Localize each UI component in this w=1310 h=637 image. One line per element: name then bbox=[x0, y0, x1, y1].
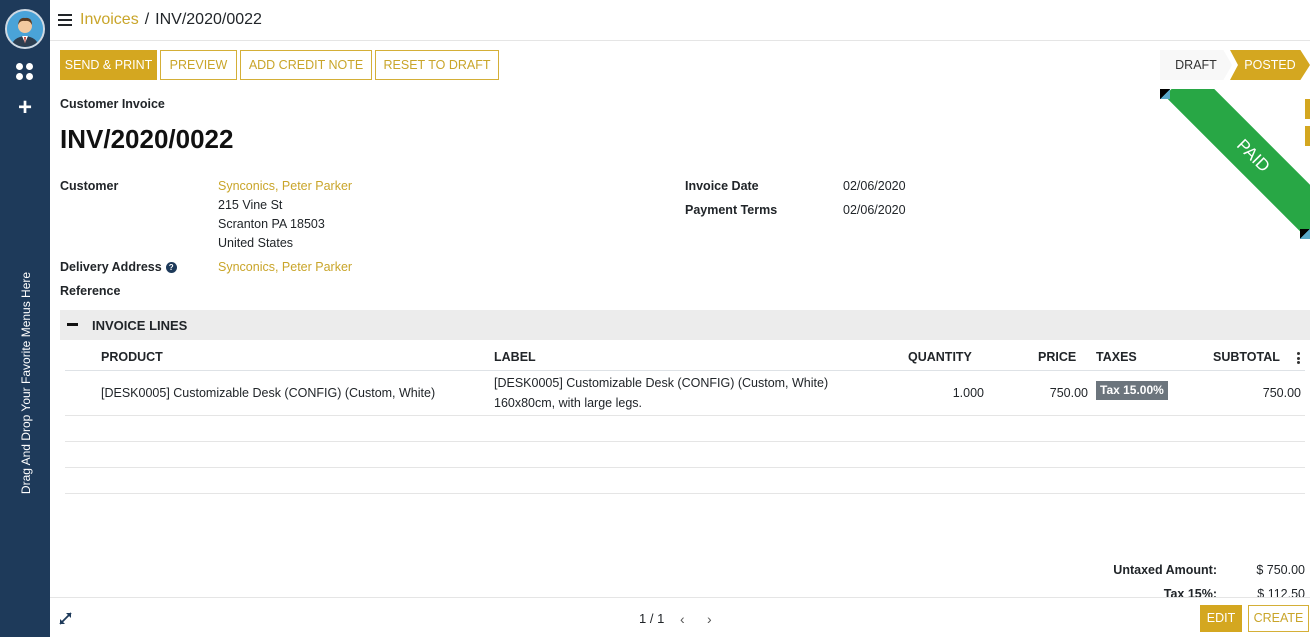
column-taxes[interactable]: TAXES bbox=[1096, 350, 1137, 364]
customer-link[interactable]: Synconics, Peter Parker bbox=[218, 179, 352, 193]
reset-to-draft-button[interactable]: RESET TO DRAFT bbox=[375, 50, 499, 80]
column-subtotal[interactable]: SUBTOTAL bbox=[1213, 350, 1280, 364]
customer-address-line1: 215 Vine St bbox=[218, 198, 283, 212]
user-avatar-icon bbox=[7, 11, 43, 47]
empty-row bbox=[65, 468, 1305, 494]
send-print-button[interactable]: SEND & PRINT bbox=[60, 50, 157, 80]
row-product: [DESK0005] Customizable Desk (CONFIG) (C… bbox=[101, 386, 436, 400]
next-record-chevron-icon[interactable]: › bbox=[707, 611, 712, 627]
pager[interactable]: 1 / 1 bbox=[639, 611, 664, 626]
column-options-icon[interactable] bbox=[1297, 352, 1300, 364]
customer-address-line2: Scranton PA 18503 bbox=[218, 217, 325, 231]
status-posted[interactable]: POSTED bbox=[1230, 50, 1310, 80]
breadcrumb-current: INV/2020/0022 bbox=[155, 11, 262, 28]
breadcrumb-separator: / bbox=[144, 11, 150, 28]
sidebar: + Drag And Drop Your Favorite Menus Here bbox=[0, 0, 50, 637]
customer-label: Customer bbox=[60, 179, 119, 193]
row-label-line1: [DESK0005] Customizable Desk (CONFIG) (C… bbox=[494, 376, 829, 390]
table-row[interactable]: [DESK0005] Customizable Desk (CONFIG) (C… bbox=[65, 371, 1305, 416]
paid-ribbon-container: PAID bbox=[1160, 89, 1310, 239]
invoice-lines-section[interactable]: INVOICE LINES bbox=[60, 310, 1310, 340]
empty-row bbox=[65, 416, 1305, 442]
add-credit-note-button[interactable]: ADD CREDIT NOTE bbox=[240, 50, 372, 80]
expand-icon[interactable] bbox=[59, 612, 72, 625]
create-button[interactable]: CREATE bbox=[1248, 605, 1309, 632]
document-type: Customer Invoice bbox=[60, 97, 165, 111]
column-label[interactable]: LABEL bbox=[494, 350, 536, 364]
hamburger-menu-icon[interactable] bbox=[58, 14, 72, 26]
tax-badge: Tax 15.00% bbox=[1096, 381, 1168, 400]
row-quantity: 1.000 bbox=[952, 386, 984, 400]
side-tab-bottom[interactable] bbox=[1305, 126, 1310, 146]
favorites-drop-hint: Drag And Drop Your Favorite Menus Here bbox=[19, 271, 33, 495]
breadcrumb: Invoices / INV/2020/0022 bbox=[80, 11, 262, 29]
paid-ribbon: PAID bbox=[1164, 89, 1310, 239]
customer-address-line3: United States bbox=[218, 236, 294, 250]
payment-terms-value: 02/06/2020 bbox=[843, 203, 906, 217]
column-price[interactable]: PRICE bbox=[1038, 350, 1076, 364]
invoice-lines-title: INVOICE LINES bbox=[92, 318, 188, 333]
payment-terms-label: Payment Terms bbox=[685, 203, 778, 217]
delivery-address-link[interactable]: Synconics, Peter Parker bbox=[218, 260, 352, 274]
ribbon-corner-top bbox=[1160, 89, 1170, 99]
ribbon-corner-bottom bbox=[1300, 229, 1310, 239]
apps-grid-icon[interactable] bbox=[15, 62, 35, 82]
collapse-minus-icon[interactable] bbox=[67, 323, 78, 326]
top-bar: Invoices / INV/2020/0022 bbox=[50, 0, 1310, 41]
delivery-address-label-text: Delivery Address bbox=[60, 260, 162, 274]
untaxed-amount-label: Untaxed Amount: bbox=[1113, 563, 1217, 577]
column-quantity[interactable]: QUANTITY bbox=[908, 350, 972, 364]
invoice-date-label: Invoice Date bbox=[685, 179, 759, 193]
side-tab-top[interactable] bbox=[1305, 99, 1310, 119]
row-label-line2: 160x80cm, with large legs. bbox=[494, 396, 642, 410]
edit-button[interactable]: EDIT bbox=[1200, 605, 1242, 632]
help-icon[interactable]: ? bbox=[165, 262, 177, 273]
invoice-date-value: 02/06/2020 bbox=[843, 179, 906, 193]
row-price: 750.00 bbox=[1049, 386, 1088, 400]
column-product[interactable]: PRODUCT bbox=[101, 350, 163, 364]
invoice-lines-header: PRODUCT LABEL QUANTITY PRICE TAXES SUBTO… bbox=[65, 344, 1305, 371]
row-subtotal: 750.00 bbox=[1262, 386, 1301, 400]
reference-label: Reference bbox=[60, 284, 121, 298]
plus-icon[interactable]: + bbox=[15, 96, 35, 120]
invoice-number-title: INV/2020/0022 bbox=[60, 124, 234, 154]
preview-button[interactable]: PREVIEW bbox=[160, 50, 237, 80]
status-draft[interactable]: DRAFT bbox=[1160, 50, 1232, 80]
user-avatar[interactable] bbox=[5, 9, 45, 49]
previous-record-chevron-icon[interactable]: ‹ bbox=[680, 611, 685, 627]
empty-row bbox=[65, 442, 1305, 468]
bottom-bar: 1 / 1 ‹ › EDIT CREATE bbox=[50, 597, 1310, 637]
breadcrumb-invoices-link[interactable]: Invoices bbox=[80, 11, 139, 28]
untaxed-amount-value: $ 750.00 bbox=[1256, 563, 1305, 577]
delivery-address-label: Delivery Address? bbox=[60, 260, 177, 274]
